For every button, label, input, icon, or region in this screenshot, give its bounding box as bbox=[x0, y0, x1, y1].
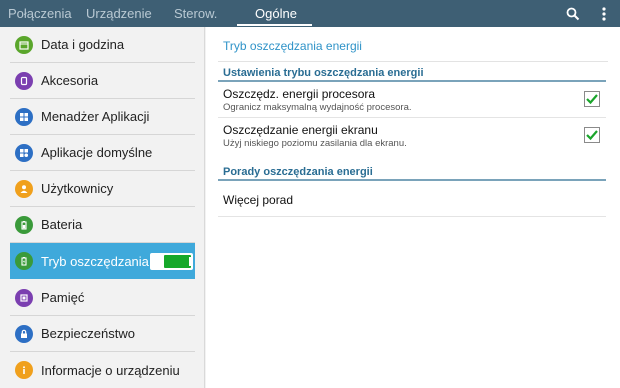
cpu-power-saving-subtitle: Ogranicz maksymalną wydajność procesora. bbox=[223, 102, 412, 113]
sidebar-item-label: Menadżer Aplikacji bbox=[41, 109, 150, 124]
active-tab-indicator bbox=[237, 24, 312, 26]
app-grid-icon bbox=[15, 107, 33, 126]
sidebar-item-app-manager[interactable]: Menadżer Aplikacji bbox=[10, 99, 195, 135]
more-vert-icon[interactable] bbox=[596, 0, 612, 27]
toggle-knob bbox=[189, 257, 192, 266]
sidebar-item-label: Użytkownicy bbox=[41, 181, 114, 196]
sidebar-item-security[interactable]: Bezpieczeństwo bbox=[10, 316, 195, 352]
sidebar-item-label: Bateria bbox=[41, 217, 83, 232]
sidebar-item-storage[interactable]: Pamięć bbox=[10, 280, 195, 316]
section-header-tips: Porady oszczędzania energii bbox=[223, 166, 373, 178]
top-tab-bar: Połączenia Urządzenie Sterow. Ogólne bbox=[0, 0, 620, 27]
sidebar-item-battery[interactable]: Bateria bbox=[10, 207, 195, 243]
screen-power-saving-title[interactable]: Oszczędzanie energii ekranu bbox=[223, 123, 378, 137]
apps-default-icon bbox=[15, 143, 33, 162]
tab-device[interactable]: Urządzenie bbox=[86, 0, 152, 27]
section-divider bbox=[218, 179, 606, 181]
power-saving-icon bbox=[15, 252, 33, 270]
screen-power-saving-checkbox[interactable] bbox=[584, 127, 600, 143]
check-icon bbox=[586, 94, 598, 105]
sidebar-item-label: Data i godzina bbox=[41, 37, 125, 52]
sidebar-item-label: Informacje o urządzeniu bbox=[41, 362, 180, 378]
search-icon[interactable] bbox=[562, 0, 584, 27]
check-icon bbox=[586, 130, 598, 141]
cpu-power-saving-checkbox[interactable] bbox=[584, 91, 600, 107]
tab-controls[interactable]: Sterow. bbox=[174, 0, 217, 27]
cpu-power-saving-title[interactable]: Oszczędz. energii procesora bbox=[223, 87, 375, 101]
lock-icon bbox=[15, 324, 33, 343]
tab-connections[interactable]: Połączenia bbox=[8, 0, 72, 27]
sidebar-item-date-time[interactable]: Data i godzina bbox=[10, 27, 195, 63]
battery-icon bbox=[15, 215, 33, 234]
calendar-icon bbox=[15, 35, 33, 54]
sidebar-item-label: Tryb oszczędzania bbox=[41, 253, 149, 269]
sidebar: Data i godzina Akcesoria Menadżer Aplika… bbox=[0, 27, 205, 388]
storage-icon bbox=[15, 288, 33, 307]
section-header-settings: Ustawienia trybu oszczędzania energii bbox=[223, 67, 424, 79]
screen-power-saving-subtitle: Użyj niskiego poziomu zasilania dla ekra… bbox=[223, 138, 407, 149]
sidebar-item-default-apps[interactable]: Aplikacje domyślne bbox=[10, 135, 195, 171]
main-panel: Tryb oszczędzania energii Ustawienia try… bbox=[206, 27, 620, 388]
sidebar-item-power-saving[interactable]: Tryb oszczędzania bbox=[10, 243, 195, 279]
row-divider bbox=[218, 216, 606, 217]
tab-general[interactable]: Ogólne bbox=[255, 0, 297, 27]
toggle-on-track bbox=[164, 255, 192, 268]
accessory-icon bbox=[15, 71, 33, 90]
sidebar-item-label: Bezpieczeństwo bbox=[41, 326, 135, 341]
more-tips-link[interactable]: Więcej porad bbox=[223, 193, 293, 207]
sidebar-item-label: Akcesoria bbox=[41, 73, 99, 88]
row-divider bbox=[218, 117, 606, 118]
sidebar-item-accessories[interactable]: Akcesoria bbox=[10, 63, 195, 99]
users-icon bbox=[15, 179, 33, 198]
page-title: Tryb oszczędzania energii bbox=[223, 39, 362, 53]
section-divider bbox=[218, 80, 606, 82]
sidebar-item-label: Aplikacje domyślne bbox=[41, 145, 153, 160]
power-saving-toggle[interactable] bbox=[150, 253, 193, 270]
sidebar-item-users[interactable]: Użytkownicy bbox=[10, 171, 195, 207]
title-divider bbox=[218, 61, 608, 62]
sidebar-item-device-info[interactable]: Informacje o urządzeniu bbox=[10, 352, 195, 388]
sidebar-item-label: Pamięć bbox=[41, 290, 85, 305]
info-icon bbox=[15, 361, 33, 379]
